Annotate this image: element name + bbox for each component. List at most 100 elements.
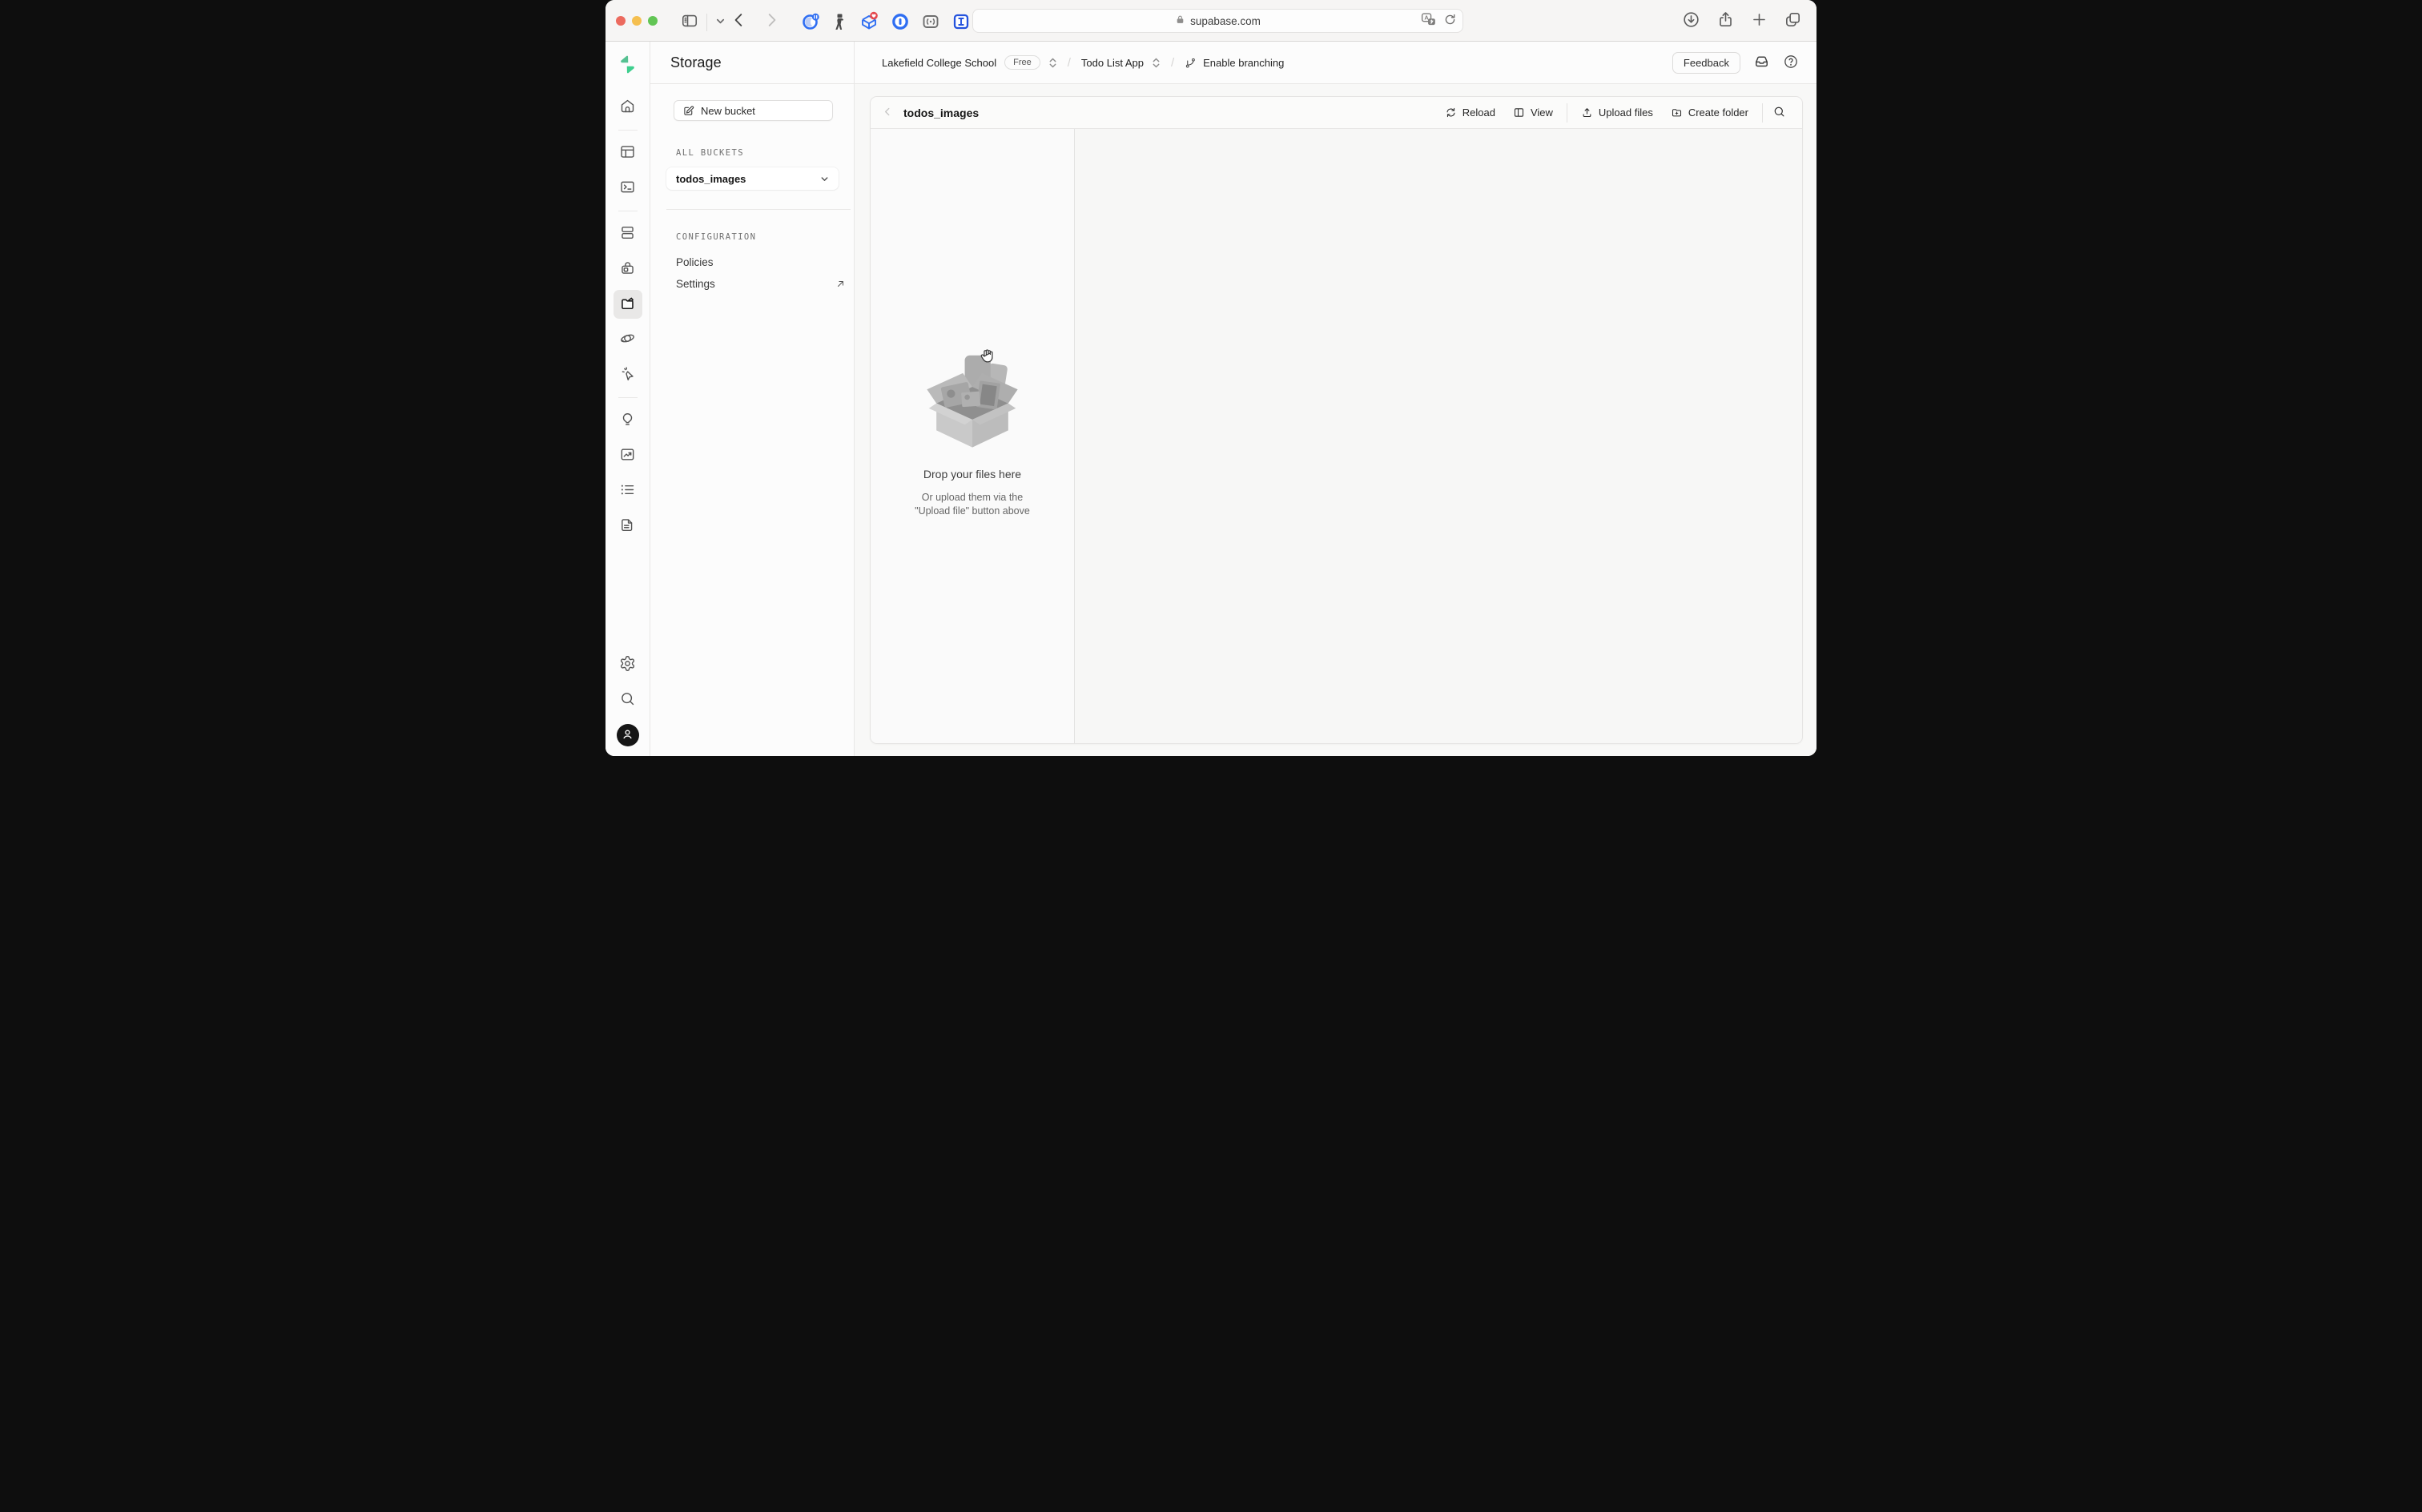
one-password-extension-icon xyxy=(891,12,910,34)
app-shell: Storage New bucket ALL BUCKETS todos_ima… xyxy=(606,42,1816,756)
sidebar-divider xyxy=(666,209,851,210)
help-button[interactable] xyxy=(1783,54,1799,72)
rail-item-search[interactable] xyxy=(614,686,642,714)
storage-sidebar: Storage New bucket ALL BUCKETS todos_ima… xyxy=(650,42,855,756)
sidebar-toggle-button[interactable] xyxy=(681,12,698,32)
create-folder-button[interactable]: Create folder xyxy=(1662,103,1757,123)
empty-state-subtitle-line1: Or upload them via the xyxy=(922,492,1023,503)
explorer-body: Drop your files here Or upload them via … xyxy=(871,129,1802,743)
browser-window: supabase.com A xyxy=(606,0,1816,756)
project-selector[interactable]: Todo List App xyxy=(1081,57,1161,69)
reload-icon xyxy=(1443,13,1457,29)
forward-icon xyxy=(762,11,780,31)
rail-item-table-editor[interactable] xyxy=(614,139,642,167)
rail-item-home[interactable] xyxy=(614,93,642,122)
forward-button[interactable] xyxy=(762,11,780,31)
supabase-logo[interactable] xyxy=(614,50,642,78)
project-header: Lakefield College School Free / Todo Lis… xyxy=(855,42,1816,84)
search-icon xyxy=(1772,105,1786,121)
new-bucket-label: New bucket xyxy=(701,105,755,117)
home-icon xyxy=(619,98,636,117)
empty-state-subtitle-line2: "Upload file" button above xyxy=(915,505,1030,517)
document-icon xyxy=(619,517,636,536)
extension-cube-heart-button[interactable] xyxy=(859,11,879,34)
reports-chart-icon xyxy=(619,446,636,465)
plus-icon xyxy=(1751,11,1768,30)
breadcrumb: Lakefield College School Free / Todo Lis… xyxy=(882,55,1284,70)
view-button[interactable]: View xyxy=(1504,103,1562,123)
logs-list-icon xyxy=(619,481,636,501)
plan-badge: Free xyxy=(1004,55,1040,70)
share-icon xyxy=(1716,10,1735,31)
toolbar-chevron-down-button[interactable] xyxy=(715,16,726,29)
rail-item-storage[interactable] xyxy=(614,290,642,319)
upload-files-button[interactable]: Upload files xyxy=(1572,103,1662,123)
back-button[interactable] xyxy=(730,11,748,31)
view-label: View xyxy=(1531,107,1553,119)
extension-figure-button[interactable] xyxy=(831,12,847,34)
rail-divider xyxy=(618,130,638,131)
folder-plus-icon xyxy=(1671,107,1683,119)
user-icon xyxy=(621,727,634,743)
rail-item-database[interactable] xyxy=(614,219,642,248)
extension-one-password-button[interactable] xyxy=(891,12,910,34)
rail-item-api-docs[interactable] xyxy=(614,512,642,541)
arrow-up-right-icon xyxy=(835,279,846,289)
page-reload-button[interactable] xyxy=(1443,13,1457,29)
explorer-back-button[interactable] xyxy=(882,106,894,120)
enable-branching-button[interactable]: Enable branching xyxy=(1185,57,1284,69)
rail-item-advisors[interactable] xyxy=(614,406,642,435)
explorer-header: todos_images Reload xyxy=(871,97,1802,129)
cube-heart-extension-icon xyxy=(859,11,879,34)
rail-item-realtime[interactable] xyxy=(614,325,642,354)
rail-item-settings[interactable] xyxy=(614,650,642,679)
toolbar-divider xyxy=(1762,103,1763,123)
dots-extension-icon xyxy=(921,12,940,34)
share-button[interactable] xyxy=(1716,10,1735,31)
lightbulb-icon xyxy=(619,411,636,430)
translate-button[interactable]: A xyxy=(1420,11,1437,30)
bucket-item-todos-images[interactable]: todos_images xyxy=(666,167,839,190)
empty-box-illustration xyxy=(925,354,1020,450)
extension-dots-button[interactable] xyxy=(921,12,940,34)
account-avatar[interactable] xyxy=(617,724,639,746)
file-explorer: todos_images Reload xyxy=(870,96,1803,744)
minimize-window-button[interactable] xyxy=(632,16,642,26)
create-folder-label: Create folder xyxy=(1688,107,1748,119)
all-buckets-section-label: ALL BUCKETS xyxy=(676,148,854,158)
reload-button[interactable]: Reload xyxy=(1436,103,1504,123)
zoom-window-button[interactable] xyxy=(648,16,658,26)
downloads-button[interactable] xyxy=(1682,10,1700,31)
rail-item-logs[interactable] xyxy=(614,477,642,505)
extension-focus-pause-button[interactable] xyxy=(801,12,820,34)
extension-instapaper-button[interactable] xyxy=(952,12,971,34)
new-tab-button[interactable] xyxy=(1751,11,1768,30)
translate-icon: A xyxy=(1420,11,1437,30)
new-bucket-button[interactable]: New bucket xyxy=(674,100,833,121)
help-icon xyxy=(1783,54,1799,72)
explorer-search-button[interactable] xyxy=(1768,105,1791,121)
sidebar-item-settings[interactable]: Settings xyxy=(676,273,848,295)
org-name: Lakefield College School xyxy=(882,57,996,69)
rail-item-sql-editor[interactable] xyxy=(614,174,642,203)
explorer-column-1[interactable]: Drop your files here Or upload them via … xyxy=(871,129,1075,743)
tab-overview-button[interactable] xyxy=(1784,10,1802,31)
org-selector[interactable]: Lakefield College School Free xyxy=(882,55,1057,70)
refresh-icon xyxy=(1445,107,1457,119)
feedback-button[interactable]: Feedback xyxy=(1672,52,1740,74)
breadcrumb-separator: / xyxy=(1171,56,1174,70)
rail-item-reports[interactable] xyxy=(614,441,642,470)
sidebar-item-policies[interactable]: Policies xyxy=(676,251,848,273)
sidebar-toggle-icon xyxy=(681,12,698,32)
notifications-button[interactable] xyxy=(1753,53,1770,72)
close-window-button[interactable] xyxy=(616,16,626,26)
toolbar-divider xyxy=(706,14,707,31)
rail-item-edge-functions[interactable] xyxy=(614,360,642,389)
table-editor-icon xyxy=(619,143,636,163)
explorer-column-2[interactable] xyxy=(1075,129,1802,743)
address-bar[interactable]: supabase.com A xyxy=(972,9,1463,33)
sidebar-header: Storage xyxy=(650,42,854,84)
chevron-down-icon xyxy=(715,16,726,29)
policies-label: Policies xyxy=(676,256,714,268)
rail-item-authentication[interactable] xyxy=(614,255,642,284)
